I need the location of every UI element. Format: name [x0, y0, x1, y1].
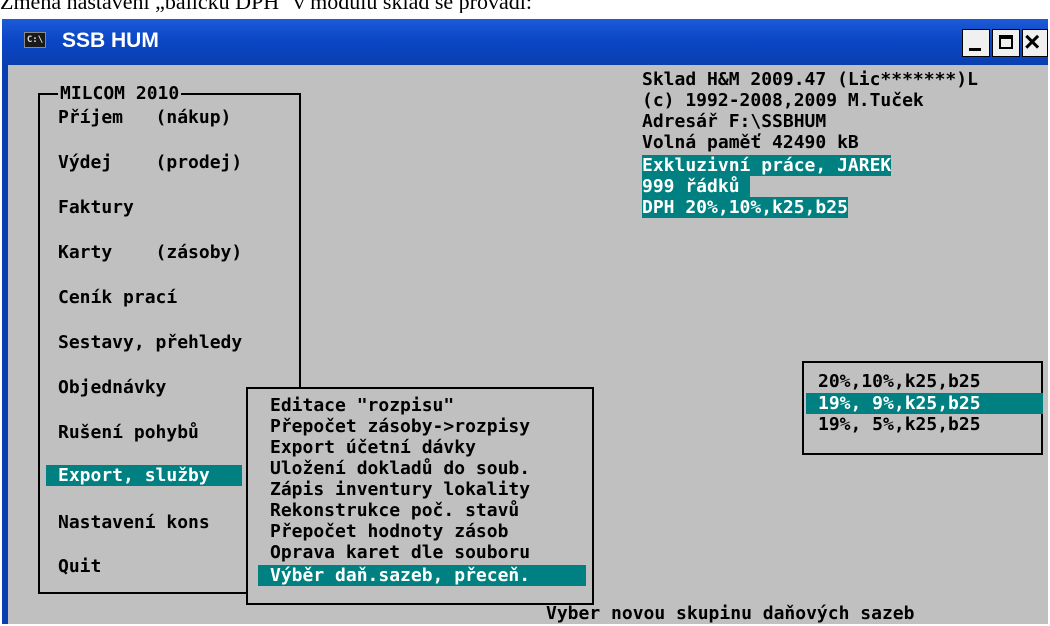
menu-item-cenik-praci[interactable]: Ceník prací — [58, 287, 177, 308]
info-rows-highlight: 999 řádků — [642, 176, 751, 197]
submenu-item-export-davky[interactable]: Export účetní dávky — [270, 437, 476, 458]
info-free-memory: Volná paměť 42490 kB — [642, 132, 859, 153]
console-screen: MILCOM 2010 Příjem (nákup) Výdej (prodej… — [2, 65, 1048, 624]
submenu-item-rekonstrukce[interactable]: Rekonstrukce poč. stavů — [270, 500, 519, 521]
submenu-item-prepocet-hodnoty[interactable]: Přepočet hodnoty zásob — [270, 521, 508, 542]
maximize-button[interactable] — [992, 29, 1020, 57]
submenu-item-oprava-karet[interactable]: Oprava karet dle souboru — [270, 542, 530, 563]
submenu-item-ulozeni-dokladu[interactable]: Uložení dokladů do soub. — [270, 458, 530, 479]
submenu-item-prepocet-zasoby[interactable]: Přepočet zásoby->rozpisy — [270, 416, 530, 437]
submenu-item-vyber-dan-sazeb[interactable]: Výběr daň.sazeb, přeceň. — [258, 565, 586, 586]
status-line: Vyber novou skupinu daňových sazeb — [546, 603, 915, 624]
info-license-highlight: Exkluzivní práce, JAREK — [642, 155, 892, 176]
info-product-version: Sklad H&M 2009.47 (Lic*******)L — [642, 69, 978, 90]
main-menu-title: MILCOM 2010 — [58, 83, 182, 104]
minimize-button[interactable] — [962, 29, 990, 57]
submenu-item-zapis-inventury[interactable]: Zápis inventury lokality — [270, 479, 530, 500]
close-button[interactable] — [1022, 27, 1048, 57]
title-bar[interactable]: C:\ SSB HUM — [2, 19, 1048, 65]
menu-item-sestavy[interactable]: Sestavy, přehledy — [58, 332, 242, 353]
menu-item-ruseni-pohybu[interactable]: Rušení pohybů — [58, 422, 199, 443]
window-title: SSB HUM — [62, 29, 159, 52]
tax-option-20-10[interactable]: 20%,10%,k25,b25 — [818, 371, 981, 392]
tax-option-19-9[interactable]: 19%, 9%,k25,b25 — [806, 393, 1043, 414]
console-window: C:\ SSB HUM MILCOM 2010 Příjem (nákup) V… — [2, 19, 1048, 624]
menu-item-karty[interactable]: Karty (zásoby) — [58, 242, 242, 263]
menu-item-vydej[interactable]: Výdej (prodej) — [58, 152, 242, 173]
menu-item-faktury[interactable]: Faktury — [58, 197, 134, 218]
info-copyright: (c) 1992-2008,2009 M.Tuček — [642, 90, 924, 111]
menu-item-objednavky[interactable]: Objednávky — [58, 377, 166, 398]
menu-item-export-sluzby[interactable]: Export, služby — [46, 465, 242, 486]
info-vat-highlight: DPH 20%,10%,k25,b25 — [642, 197, 848, 218]
console-app-icon[interactable]: C:\ — [24, 32, 46, 48]
submenu-item-editace-rozpisu[interactable]: Editace "rozpisu" — [270, 395, 454, 416]
document-caption: Změna nastavení „balíčku DPH" v modulu s… — [0, 0, 532, 13]
menu-item-prijem[interactable]: Příjem (nákup) — [58, 107, 231, 128]
tax-option-19-5[interactable]: 19%, 5%,k25,b25 — [818, 414, 981, 435]
menu-item-nastaveni[interactable]: Nastavení kons — [58, 512, 210, 533]
info-directory: Adresář F:\SSBHUM — [642, 111, 827, 132]
menu-item-quit[interactable]: Quit — [58, 556, 101, 577]
